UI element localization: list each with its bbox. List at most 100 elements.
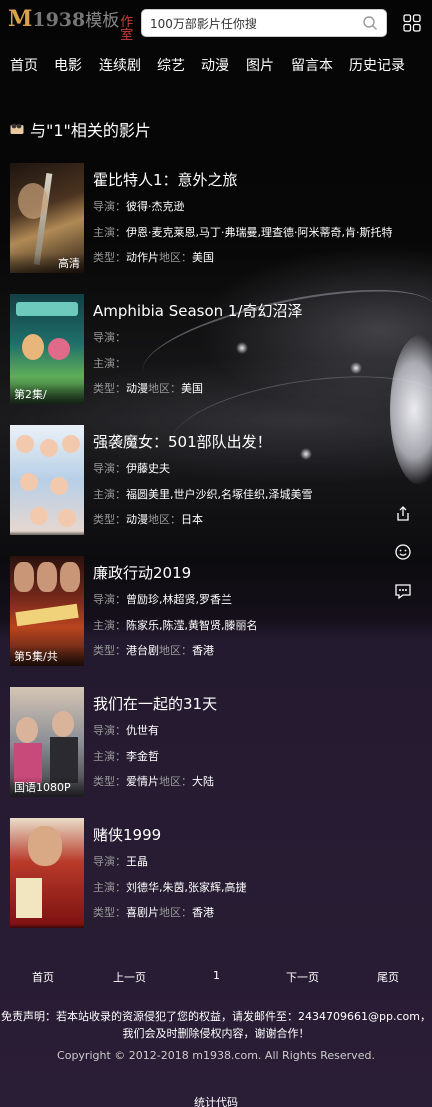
movie-title[interactable]: 廉政行动2019 [93,562,191,583]
nav-item-home[interactable]: 首页 [10,55,38,75]
page-next[interactable]: 下一页 [286,969,319,985]
cast-label: 主演： [93,750,126,763]
movie-poster[interactable]: 国语1080P [10,687,84,797]
movie-title[interactable]: Amphibia Season 1/奇幻沼泽 [93,300,303,321]
episode-badge: 第5集/共 [10,646,84,666]
site-logo[interactable]: M 1938 模板 作室 [8,6,136,42]
nav-item-pictures[interactable]: 图片 [246,55,274,75]
list-item[interactable]: 高清 霍比特人1：意外之旅 导演：彼得·杰克逊 主演：伊恩·麦克莱恩,马丁·弗瑞… [10,163,420,275]
poster-face [52,711,74,737]
nav-item-series[interactable]: 连续剧 [99,55,141,75]
list-item[interactable]: 第5集/共 廉政行动2019 导演：曾励珍,林超贤,罗香兰 主演：陈家乐,陈滢,… [10,556,420,668]
page-last[interactable]: 尾页 [377,969,399,985]
movie-poster[interactable]: 第5集/共 [10,556,84,666]
list-item[interactable]: 国语1080P 我们在一起的31天 导演：仇世有 主演：李金哲 类型：爱情片地区… [10,687,420,799]
type-value: 动漫 [126,382,148,395]
type-row: 类型：动漫地区：日本 [93,511,203,527]
grid-menu-icon[interactable] [403,14,421,32]
movie-title[interactable]: 赌侠1999 [93,824,161,845]
type-label: 类型： [93,382,126,395]
main-nav: 首页 电影 连续剧 综艺 动漫 图片 留言本 历史记录 [0,55,432,79]
type-label: 类型： [93,513,126,526]
cast-value: 陈家乐,陈滢,黄智贤,滕丽名 [126,619,258,632]
search-icon[interactable] [362,15,378,31]
poster-face [60,562,80,592]
cast-value: 李金哲 [126,750,159,763]
type-value: 动漫 [126,513,148,526]
director-label: 导演： [93,462,126,475]
smile-icon[interactable] [394,543,412,561]
cast-label: 主演： [93,357,126,370]
cast-row: 主演：陈家乐,陈滢,黄智贤,滕丽名 [93,617,258,633]
disclaimer: 免责声明：若本站收录的资源侵犯了您的权益，请发邮件至：2434709661@pp… [0,1008,432,1042]
cast-value: 刘德华,朱茵,张家辉,高捷 [126,881,247,894]
list-item[interactable]: 第2集/ Amphibia Season 1/奇幻沼泽 导演： 主演： 类型：动… [10,294,420,406]
logo-text: 模板 [85,11,120,31]
poster-face [14,562,34,592]
comment-icon[interactable] [394,582,412,600]
director-value: 曾励珍,林超贤,罗香兰 [126,593,232,606]
type-value: 喜剧片 [126,906,159,919]
nav-item-anime[interactable]: 动漫 [201,55,229,75]
list-item[interactable]: 赌侠1999 导演：王晶 主演：刘德华,朱茵,张家辉,高捷 类型：喜剧片地区：香… [10,818,420,930]
type-label: 类型： [93,906,126,919]
share-icon[interactable] [394,504,412,522]
cast-row: 主演：福圆美里,世户沙织,名塚佳织,泽城美雪 [93,486,313,502]
director-value: 伊藤史夫 [126,462,170,475]
region-label: 地区： [159,251,192,264]
region-value: 香港 [192,644,214,657]
poster-face [28,826,62,866]
search-box [141,9,387,37]
cast-label: 主演： [93,488,126,501]
cast-row: 主演：伊恩·麦克莱恩,马丁·弗瑞曼,理查德·阿米蒂奇,肯·斯托特 [93,224,392,240]
film-reel-icon [10,123,24,134]
nav-item-variety[interactable]: 综艺 [157,55,185,75]
poster-character [30,507,48,525]
list-item[interactable]: 强袭魔女：501部队出发！ 导演：伊藤史夫 主演：福圆美里,世户沙织,名塚佳织,… [10,425,420,537]
search-input[interactable] [150,14,360,34]
nav-item-movies[interactable]: 电影 [54,55,82,75]
director-label: 导演： [93,724,126,737]
cast-row: 主演：李金哲 [93,748,159,764]
poster-title-art [15,603,79,627]
type-row: 类型：喜剧片地区：香港 [93,904,214,920]
movie-title[interactable]: 强袭魔女：501部队出发！ [93,431,272,452]
movie-poster[interactable]: 高清 [10,163,84,273]
pagination: 首页 上一页 1 下一页 尾页 [0,969,432,985]
movie-title[interactable]: 我们在一起的31天 [93,693,217,714]
director-row: 导演：曾励珍,林超贤,罗香兰 [93,591,232,607]
cast-label: 主演： [93,881,126,894]
director-label: 导演： [93,855,126,868]
type-value: 动作片 [126,251,159,264]
poster-face [37,562,57,592]
poster-character [22,334,44,360]
logo-letter: M [8,6,33,32]
quality-badge: 国语1080P [10,777,84,797]
page-prev[interactable]: 上一页 [113,969,146,985]
logo-stamp: 作室 [120,15,134,43]
region-value: 香港 [192,906,214,919]
movie-poster[interactable] [10,818,84,928]
region-label: 地区： [159,775,192,788]
director-label: 导演： [93,331,126,344]
movie-poster[interactable]: 第2集/ [10,294,84,404]
page-current[interactable]: 1 [213,969,220,982]
disclaimer-line: 免责声明：若本站收录的资源侵犯了您的权益，请发邮件至：2434709661@pp… [1,1010,431,1023]
stats-code-link[interactable]: 统计代码 [0,1094,432,1107]
nav-item-guestbook[interactable]: 留言本 [291,55,333,75]
movie-title[interactable]: 霍比特人1：意外之旅 [93,169,238,190]
quality-badge [10,531,84,535]
cast-row: 主演：刘德华,朱茵,张家辉,高捷 [93,879,247,895]
region-label: 地区： [159,906,192,919]
nav-item-history[interactable]: 历史记录 [349,55,405,75]
director-row: 导演：仇世有 [93,722,159,738]
director-row: 导演： [93,329,126,345]
cast-value: 伊恩·麦克莱恩,马丁·弗瑞曼,理查德·阿米蒂奇,肯·斯托特 [126,226,393,239]
director-row: 导演：伊藤史夫 [93,460,170,476]
cast-label: 主演： [93,226,126,239]
poster-title-art [16,878,42,918]
quality-badge [10,924,84,928]
region-label: 地区： [148,513,181,526]
page-first[interactable]: 首页 [32,969,54,985]
movie-poster[interactable] [10,425,84,535]
